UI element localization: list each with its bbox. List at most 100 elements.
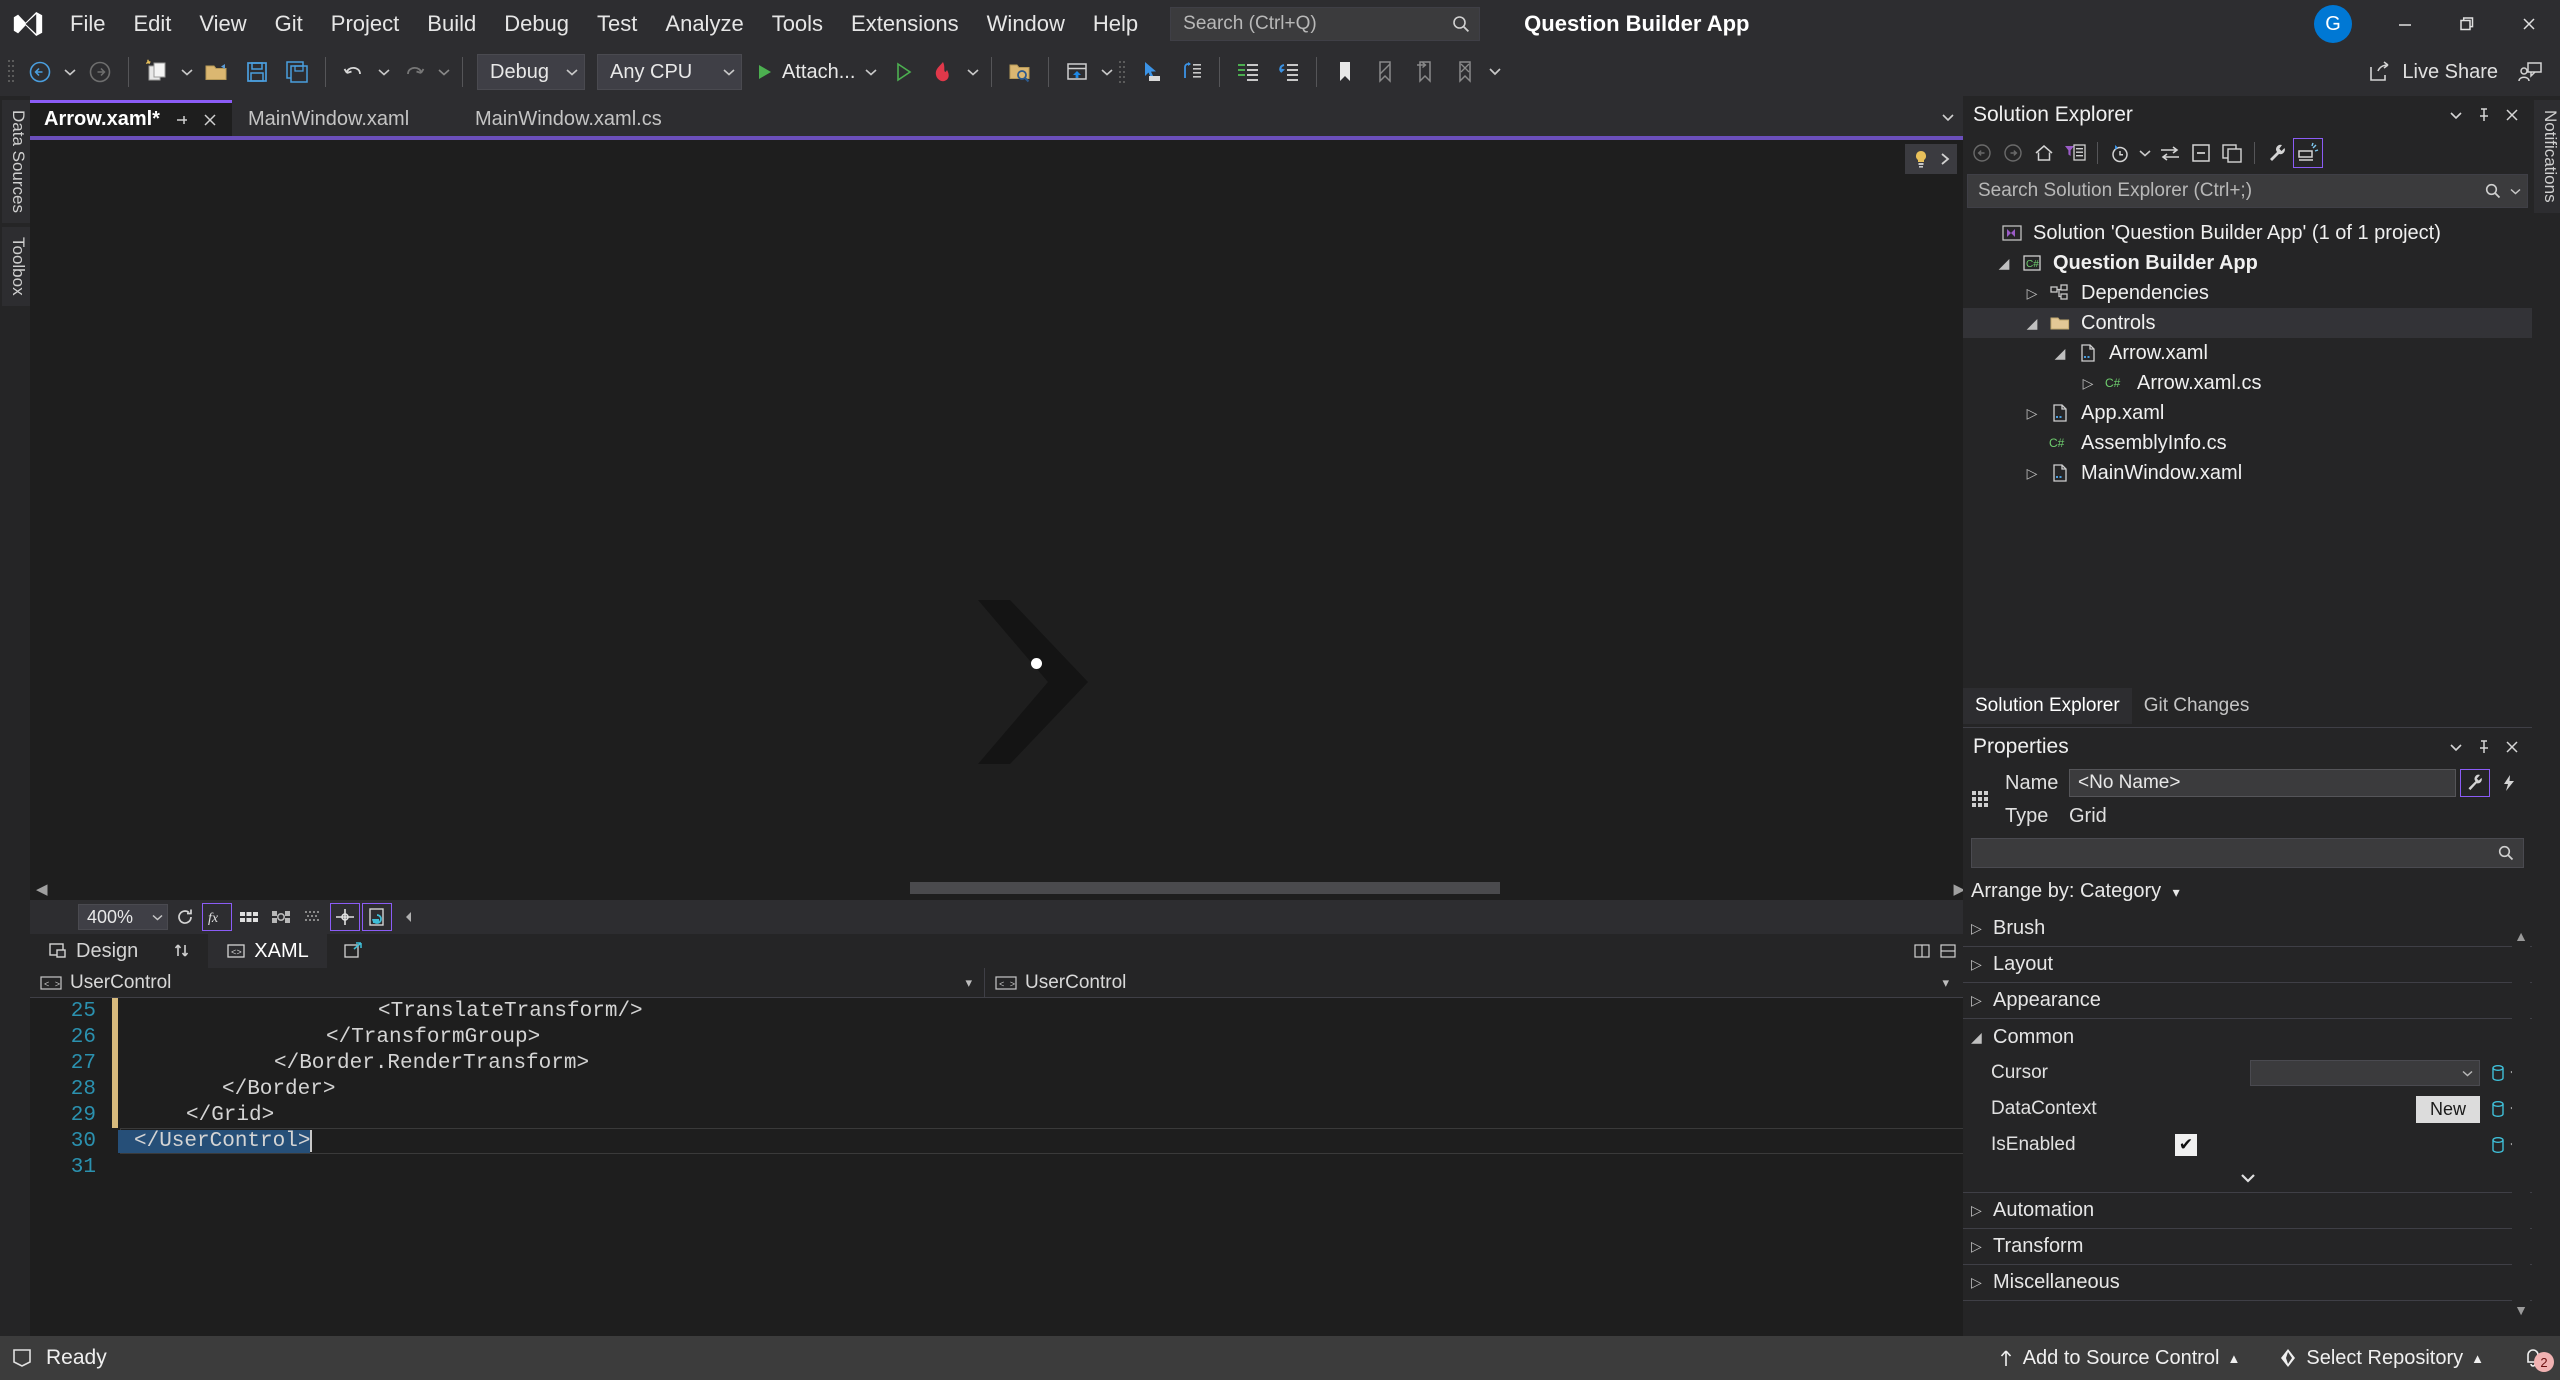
- menu-extensions[interactable]: Extensions: [837, 0, 973, 48]
- menu-analyze[interactable]: Analyze: [651, 0, 757, 48]
- scroll-left-icon[interactable]: ◀: [36, 880, 48, 898]
- designer-action-badge[interactable]: [1905, 144, 1957, 174]
- menu-help[interactable]: Help: [1079, 0, 1152, 48]
- code-line-row[interactable]: 29 </Grid>: [30, 1102, 1993, 1128]
- history-clock-icon[interactable]: [2105, 138, 2135, 168]
- run-outline-icon[interactable]: [883, 52, 923, 92]
- arrange-by-selector[interactable]: Arrange by: Category ▾: [1963, 872, 2532, 911]
- snap-to-grid-icon[interactable]: [266, 903, 296, 931]
- swap-panes-icon[interactable]: [156, 942, 208, 960]
- toolbar-overflow-icon[interactable]: [1485, 52, 1505, 92]
- new-project-dropdown[interactable]: [177, 52, 197, 92]
- tab-design-view[interactable]: Design: [30, 934, 156, 968]
- add-to-source-control-button[interactable]: Add to Source Control ▲: [1991, 1347, 2247, 1370]
- home-icon[interactable]: [2029, 138, 2059, 168]
- pop-out-designer-icon[interactable]: [327, 942, 379, 960]
- show-more-properties-button[interactable]: [1963, 1163, 2532, 1193]
- tree-item-app-xaml[interactable]: ▷ App.xaml: [1963, 398, 2532, 428]
- reload-designer-icon[interactable]: [362, 903, 392, 931]
- wrench-properties-icon[interactable]: [2262, 138, 2292, 168]
- collapse-pane-icon[interactable]: [394, 903, 424, 931]
- twisty-collapsed-icon[interactable]: ▷: [2019, 285, 2045, 302]
- twisty-expanded-icon[interactable]: ◢: [2047, 345, 2073, 362]
- twisty-expanded-icon[interactable]: ◢: [2019, 315, 2045, 332]
- redo-dropdown[interactable]: [434, 52, 454, 92]
- fx-effects-icon[interactable]: fx: [202, 903, 232, 931]
- refresh-icon[interactable]: [170, 903, 200, 931]
- preview-window-dropdown[interactable]: [1097, 52, 1117, 92]
- tree-item-arrow-xaml[interactable]: ◢ Arrow.xaml: [1963, 338, 2532, 368]
- solution-folder-search-icon[interactable]: [1000, 52, 1040, 92]
- menu-view[interactable]: View: [185, 0, 260, 48]
- navigate-back-icon[interactable]: [20, 52, 60, 92]
- preview-selected-items-icon[interactable]: [2293, 138, 2323, 168]
- navigate-back-dropdown[interactable]: [60, 52, 80, 92]
- pin-icon[interactable]: [2470, 733, 2498, 761]
- bookmark-clear-icon[interactable]: [1445, 52, 1485, 92]
- datacontext-new-button[interactable]: New: [2415, 1095, 2480, 1123]
- code-line-row[interactable]: 28 </Border>: [30, 1076, 1993, 1102]
- lightbulb-icon[interactable]: [1911, 149, 1931, 169]
- save-icon[interactable]: [237, 52, 277, 92]
- solution-configuration-combo[interactable]: Debug: [477, 54, 585, 90]
- pin-icon[interactable]: [174, 112, 190, 128]
- tree-item-dependencies[interactable]: ▷ Dependencies: [1963, 278, 2532, 308]
- minimize-icon[interactable]: [2374, 0, 2436, 48]
- bookmark-next-icon[interactable]: [1405, 52, 1445, 92]
- select-repository-button[interactable]: Select Repository ▲: [2272, 1347, 2490, 1370]
- avatar[interactable]: G: [2314, 5, 2352, 43]
- solution-explorer-search-input[interactable]: Search Solution Explorer (Ctrl+;): [1967, 174, 2528, 208]
- twisty-expanded-icon[interactable]: ◢: [1991, 255, 2017, 272]
- designer-zoom-combo[interactable]: 400%: [78, 904, 168, 930]
- bookmark-previous-icon[interactable]: [1365, 52, 1405, 92]
- close-icon[interactable]: [2498, 0, 2560, 48]
- twisty-collapsed-icon[interactable]: ▷: [2019, 405, 2045, 422]
- new-project-icon[interactable]: [137, 52, 177, 92]
- properties-search-input[interactable]: [1971, 838, 2524, 868]
- chevron-down-icon[interactable]: [2510, 188, 2521, 195]
- uncomment-lines-icon[interactable]: [1268, 52, 1308, 92]
- code-line-row[interactable]: 26 </TransformGroup>: [30, 1024, 1993, 1050]
- menu-debug[interactable]: Debug: [490, 0, 583, 48]
- isenabled-checkbox[interactable]: ✔: [2175, 1134, 2197, 1156]
- code-line-row[interactable]: 25 <TranslateTransform/>: [30, 998, 1993, 1024]
- pixel-grid-icon[interactable]: [298, 903, 328, 931]
- twisty-collapsed-icon[interactable]: ▷: [2075, 375, 2101, 392]
- design-canvas[interactable]: [30, 140, 1971, 878]
- xaml-code-editor[interactable]: 25 <TranslateTransform/> 26 </TransformG…: [30, 998, 1993, 1338]
- design-center-handle[interactable]: [1031, 658, 1042, 669]
- dock-tab-solution-explorer[interactable]: Solution Explorer: [1963, 688, 2132, 724]
- wrench-properties-icon[interactable]: [2460, 769, 2490, 797]
- close-icon[interactable]: [2498, 101, 2526, 129]
- property-category-miscellaneous[interactable]: ▷ Miscellaneous: [1963, 1265, 2532, 1301]
- indent-guide-icon[interactable]: [1171, 52, 1211, 92]
- restore-icon[interactable]: [2436, 0, 2498, 48]
- live-share-button[interactable]: Live Share: [2356, 52, 2510, 92]
- tree-item-solution[interactable]: Solution 'Question Builder App' (1 of 1 …: [1963, 218, 2532, 248]
- tree-item-arrow-xaml-cs[interactable]: ▷ C# Arrow.xaml.cs: [1963, 368, 2532, 398]
- events-lightning-icon[interactable]: [2494, 769, 2524, 797]
- tree-item-assemblyinfo-cs[interactable]: C# AssemblyInfo.cs: [1963, 428, 2532, 458]
- pointer-select-icon[interactable]: [1131, 52, 1171, 92]
- property-category-layout[interactable]: ▷ Layout: [1963, 947, 2532, 983]
- document-tab-arrow-xaml[interactable]: Arrow.xaml*: [30, 100, 232, 136]
- open-file-icon[interactable]: [197, 52, 237, 92]
- document-tab-mainwindow-xaml[interactable]: MainWindow.xaml: [233, 100, 459, 136]
- chevron-down-icon[interactable]: ▾: [1942, 975, 1949, 991]
- grid-layout-icon[interactable]: [234, 903, 264, 931]
- redo-icon[interactable]: [394, 52, 434, 92]
- tab-xaml-view[interactable]: <> XAML: [208, 934, 327, 968]
- preview-window-icon[interactable]: [1057, 52, 1097, 92]
- vertical-split-icon[interactable]: [1911, 940, 1933, 962]
- property-category-transform[interactable]: ▷ Transform: [1963, 1229, 2532, 1265]
- save-all-icon[interactable]: [277, 52, 317, 92]
- cursor-combo[interactable]: [2250, 1060, 2480, 1086]
- arrow-chevron-shape[interactable]: [970, 590, 1095, 775]
- pin-icon[interactable]: [2470, 101, 2498, 129]
- navbar-type-combo[interactable]: < > UserControl ▾: [30, 967, 985, 998]
- code-line-row[interactable]: 30 </UserControl>: [30, 1128, 1993, 1154]
- properties-scrollbar[interactable]: ▲ ▼: [2512, 928, 2530, 1346]
- bookmark-icon[interactable]: [1325, 52, 1365, 92]
- tree-item-mainwindow-xaml[interactable]: ▷ MainWindow.xaml: [1963, 458, 2532, 488]
- menu-build[interactable]: Build: [413, 0, 490, 48]
